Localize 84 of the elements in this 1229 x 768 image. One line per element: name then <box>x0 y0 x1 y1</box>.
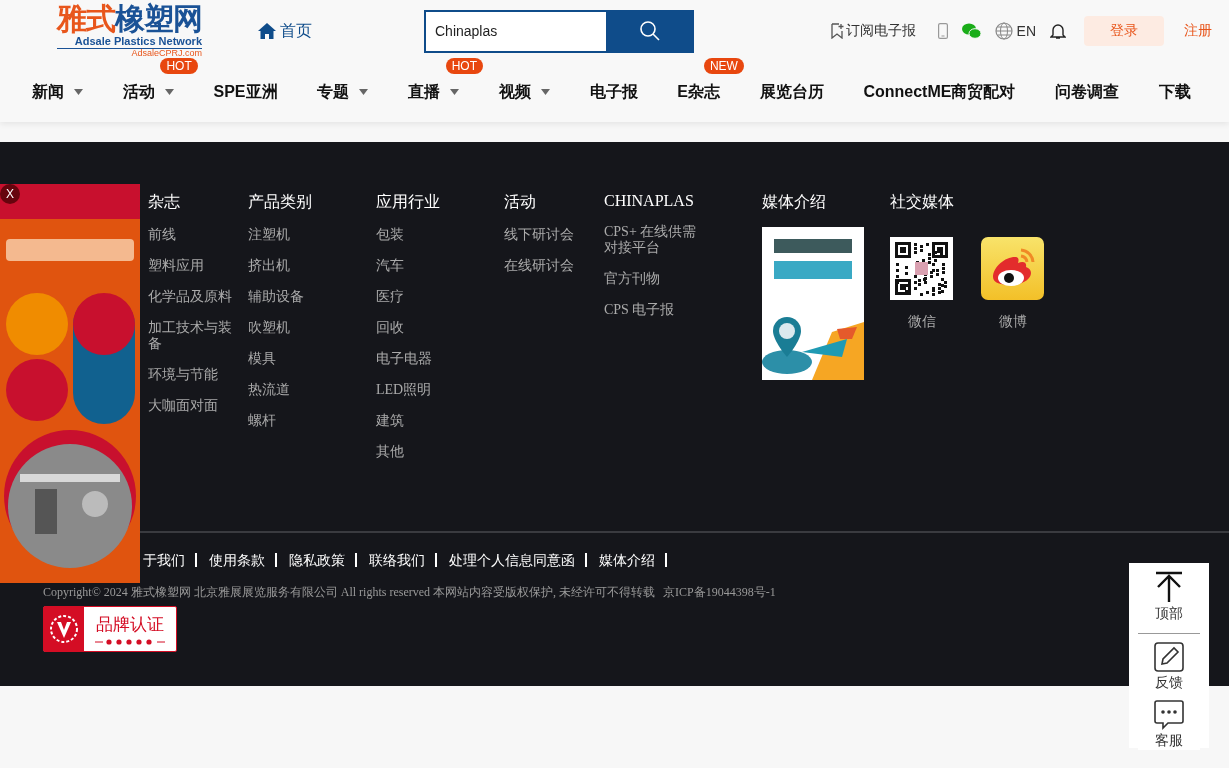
footer-link[interactable]: 医疗 <box>376 289 482 305</box>
footer-bottom-link[interactable]: 使用条款 <box>197 553 277 567</box>
footer-link[interactable]: 线下研讨会 <box>504 227 596 243</box>
column-heading: 活动 <box>504 192 537 212</box>
footer-bottom-link[interactable]: 处理个人信息同意函 <box>437 553 587 567</box>
footer-bottom-link[interactable]: 媒体介绍 <box>587 553 667 567</box>
bell-icon[interactable] <box>1050 22 1066 40</box>
footer-link[interactable]: 大咖面对面 <box>148 398 240 414</box>
laurel-v-icon <box>49 614 79 644</box>
social-label: 微博 <box>998 313 1027 331</box>
qr-code-icon <box>890 237 953 300</box>
footer-link[interactable]: 汽车 <box>376 258 482 274</box>
icp-number[interactable]: 京ICP备19044398号-1 <box>663 584 776 601</box>
nav-item[interactable]: 视频 <box>498 81 550 103</box>
badge-title: 品牌认证 <box>96 613 164 636</box>
footer-link[interactable]: 前线 <box>148 227 240 243</box>
register-link[interactable]: 注册 <box>1184 22 1212 40</box>
stars-icon <box>95 637 165 646</box>
bookmark-icon <box>830 23 844 39</box>
footer-bottom-link[interactable]: 联络我们 <box>357 553 437 567</box>
wechat-icon[interactable] <box>961 23 981 39</box>
caret-icon <box>450 89 459 95</box>
column-heading: 社交媒体 <box>890 192 955 212</box>
footer-link[interactable]: 螺杆 <box>248 413 354 429</box>
nav-item[interactable]: ConnectME商贸配对 <box>863 81 1016 103</box>
footer-link[interactable]: 环境与节能 <box>148 367 240 383</box>
nav-badge: HOT <box>445 57 483 74</box>
nav-item[interactable]: 下载 <box>1158 81 1191 103</box>
column-heading: CHINAPLAS <box>604 192 695 210</box>
column-heading: 产品类别 <box>248 192 313 212</box>
footer-link[interactable]: 电子电器 <box>376 351 482 367</box>
arrow-up-icon <box>1155 571 1183 603</box>
footer-link[interactable]: 挤出机 <box>248 258 354 274</box>
footer-link[interactable]: 回收 <box>376 320 482 336</box>
english-link[interactable]: EN <box>994 22 1036 40</box>
footer-bottom-link[interactable]: 隐私政策 <box>277 553 357 567</box>
home-link[interactable]: 首页 <box>258 20 312 42</box>
footer-link[interactable]: 模具 <box>248 351 354 367</box>
footer-link[interactable]: 注塑机 <box>248 227 354 243</box>
footer-link[interactable]: 官方刊物 <box>604 271 710 287</box>
footer-link[interactable]: LED照明 <box>376 382 482 398</box>
nav-badge: HOT <box>160 57 198 74</box>
brand-certification-badge[interactable]: 品牌认证 <box>43 606 177 652</box>
home-label: 首页 <box>280 20 312 41</box>
footer-link[interactable]: 在线研讨会 <box>504 258 596 274</box>
footer-link[interactable]: 吹塑机 <box>248 320 354 336</box>
nav-item[interactable]: 问卷调查 <box>1055 81 1120 103</box>
footer-link[interactable]: 塑料应用 <box>148 258 240 274</box>
subscribe-link[interactable]: 订阅电子报 <box>830 22 916 40</box>
language-label: EN <box>1016 23 1036 39</box>
globe-icon <box>994 22 1013 40</box>
footer-bottom-link[interactable]: 于我们 <box>143 553 197 567</box>
nav-item[interactable]: 专题 <box>317 81 369 103</box>
nav-badge: NEW <box>703 57 744 74</box>
footer-link[interactable]: 加工技术与装备 <box>148 320 240 352</box>
subscribe-label: 订阅电子报 <box>845 22 916 40</box>
caret-icon <box>540 89 550 95</box>
copyright-text: Copyright© 2024 雅式橡塑网 北京雅展展览服务有限公司 All rights reserved 本网站内容受版权保护, 未经许可不得转载 <box>43 584 656 601</box>
nav-item[interactable]: 新闻 <box>32 81 83 103</box>
nav-item[interactable]: SPE亚洲 <box>213 81 278 103</box>
caret-icon <box>359 89 369 95</box>
footer-link[interactable]: 热流道 <box>248 382 354 398</box>
nav-item[interactable]: 展览台历 <box>759 81 824 103</box>
footer-link[interactable]: 其他 <box>376 444 482 460</box>
home-icon <box>258 23 276 39</box>
social-label: 微信 <box>907 313 936 331</box>
footer-link[interactable]: CPS+ 在线供需对接平台 <box>604 224 710 256</box>
caret-icon <box>74 89 83 95</box>
caret-icon <box>164 89 174 95</box>
nav-item[interactable]: 电子报 <box>589 81 638 103</box>
weibo-icon <box>981 237 1044 300</box>
footer-link[interactable]: 包装 <box>376 227 482 243</box>
footer-link[interactable]: 辅助设备 <box>248 289 354 305</box>
search-button[interactable] <box>606 9 694 53</box>
mobile-icon[interactable] <box>937 23 948 39</box>
edit-icon <box>1154 642 1184 672</box>
footer-link[interactable]: 建筑 <box>376 413 482 429</box>
column-heading: 应用行业 <box>376 192 441 212</box>
chat-icon <box>1154 700 1184 730</box>
footer-link[interactable]: 化学品及原料 <box>148 289 240 305</box>
column-heading: 媒体介绍 <box>762 192 827 212</box>
column-heading: 杂志 <box>148 192 181 212</box>
search-icon <box>640 21 660 41</box>
footer-link[interactable]: CPS 电子报 <box>604 302 710 318</box>
